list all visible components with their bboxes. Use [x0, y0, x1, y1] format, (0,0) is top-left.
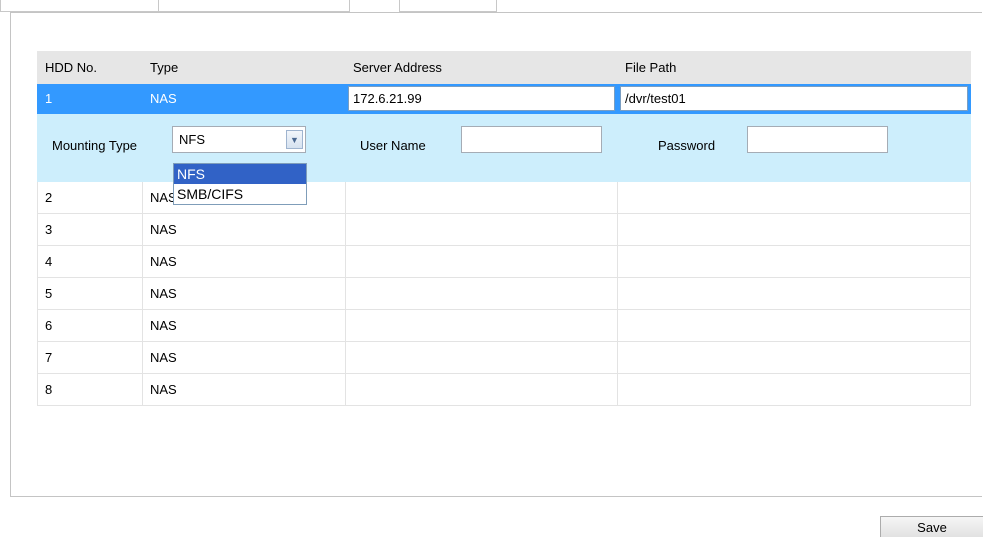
mounting-type-value: NFS — [179, 132, 205, 147]
nas-table: HDD No. Type Server Address File Path 1 … — [37, 51, 971, 406]
header-file-path: File Path — [617, 51, 971, 84]
table-row[interactable]: 5 NAS — [37, 277, 971, 310]
mounting-type-dropdown-list: NFS SMB/CIFS — [173, 163, 307, 205]
table-row[interactable]: 8 NAS — [37, 373, 971, 406]
type-cell: NAS — [142, 341, 346, 374]
server-address-cell — [345, 341, 618, 374]
option-nfs[interactable]: NFS — [174, 164, 306, 184]
user-name-label: User Name — [360, 138, 426, 153]
type-cell: NAS — [142, 245, 346, 278]
tab-strip — [0, 0, 983, 12]
table-row[interactable]: 3 NAS — [37, 213, 971, 246]
mounting-type-label: Mounting Type — [52, 138, 138, 153]
save-button[interactable]: Save — [880, 516, 983, 537]
file-path-cell — [617, 309, 971, 342]
mounting-type-select[interactable]: NFS ▼ — [172, 126, 306, 153]
hdd-no-cell: 7 — [37, 341, 143, 374]
server-address-cell — [345, 373, 618, 406]
hdd-no-cell: 2 — [37, 181, 143, 214]
file-path-cell — [617, 245, 971, 278]
user-name-input[interactable] — [461, 126, 602, 153]
server-address-cell — [345, 277, 618, 310]
hdd-no-cell: 4 — [37, 245, 143, 278]
file-path-cell — [617, 373, 971, 406]
server-address-cell — [345, 245, 618, 278]
table-header-row: HDD No. Type Server Address File Path — [37, 51, 971, 84]
header-type: Type — [142, 51, 346, 84]
hdd-no-cell: 8 — [37, 373, 143, 406]
header-hdd-no: HDD No. — [37, 51, 143, 84]
type-cell: NAS — [142, 373, 346, 406]
server-address-cell — [345, 181, 618, 214]
type-cell: NAS — [142, 213, 346, 246]
table-row-selected[interactable]: 1 NAS — [37, 83, 971, 114]
server-address-cell — [345, 213, 618, 246]
file-path-cell — [617, 83, 971, 114]
hdd-no-cell: 3 — [37, 213, 143, 246]
tab-fragment[interactable] — [399, 0, 497, 12]
file-path-input[interactable] — [620, 86, 968, 111]
file-path-cell — [617, 341, 971, 374]
server-address-cell — [345, 309, 618, 342]
header-server-address: Server Address — [345, 51, 618, 84]
server-address-cell — [345, 83, 618, 114]
hdd-no-cell: 5 — [37, 277, 143, 310]
password-input[interactable] — [747, 126, 888, 153]
table-row[interactable]: 7 NAS — [37, 341, 971, 374]
type-cell: NAS — [142, 309, 346, 342]
hdd-no-cell: 1 — [37, 83, 143, 114]
tab-fragment[interactable] — [0, 0, 160, 12]
tab-fragment[interactable] — [158, 0, 350, 12]
type-cell: NAS — [142, 83, 346, 114]
hdd-no-cell: 6 — [37, 309, 143, 342]
file-path-cell — [617, 277, 971, 310]
option-smb-cifs[interactable]: SMB/CIFS — [174, 184, 306, 204]
table-row[interactable]: 6 NAS — [37, 309, 971, 342]
file-path-cell — [617, 181, 971, 214]
table-row[interactable]: 4 NAS — [37, 245, 971, 278]
chevron-down-icon[interactable]: ▼ — [286, 130, 303, 149]
file-path-cell — [617, 213, 971, 246]
server-address-input[interactable] — [348, 86, 615, 111]
password-label: Password — [658, 138, 716, 153]
type-cell: NAS — [142, 277, 346, 310]
